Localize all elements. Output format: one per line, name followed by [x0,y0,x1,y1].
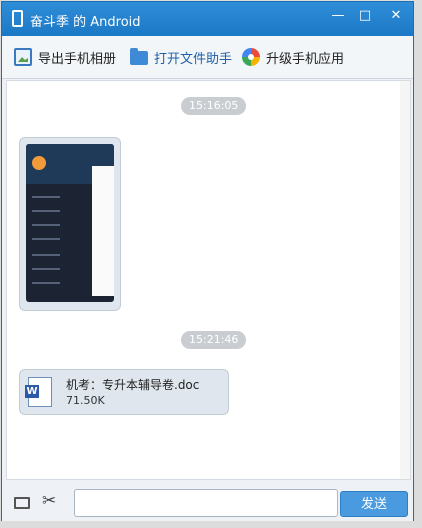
chat-area[interactable]: 15:16:05 15:21:46 W 机考：专升本辅导卷.doc 71.50K [6,80,411,480]
title-bar[interactable]: 奋斗季 的 Android — □ ✕ [2,2,413,36]
maximize-button[interactable]: □ [351,7,379,25]
send-button[interactable]: 发送 [340,491,408,517]
image-message-bubble[interactable] [19,137,121,311]
screenshot-menu-line [32,268,60,270]
timestamp-badge: 15:21:46 [181,331,247,349]
export-photos-label: 导出手机相册 [38,51,117,67]
word-badge-icon: W [25,385,39,398]
screenshot-side-panel [92,166,114,296]
close-button[interactable]: ✕ [382,7,410,25]
word-document-icon: W [25,377,52,407]
file-name: 机考：专升本辅导卷.doc [66,378,200,392]
scissors-icon[interactable]: ✂ [42,491,56,511]
chat-scrollbar[interactable] [400,81,410,479]
folder-icon[interactable] [14,497,30,509]
screenshot-menu-line [32,224,60,226]
open-file-helper-label: 打开文件助手 [154,51,233,67]
phone-icon [12,10,23,27]
message-input[interactable] [74,489,338,517]
app-window: 奋斗季 的 Android — □ ✕ 导出手机相册 打开文件助手 升级手机应用… [1,1,414,521]
app-store-icon [242,48,260,66]
screenshot-menu-line [32,210,60,212]
file-message-bubble[interactable]: W 机考：专升本辅导卷.doc 71.50K [19,369,229,415]
window-title: 奋斗季 的 Android [30,15,141,30]
minimize-button[interactable]: — [324,7,352,25]
file-size: 71.50K [66,394,105,407]
screenshot-menu-line [32,282,60,284]
toolbar: 导出手机相册 打开文件助手 升级手机应用 [2,36,413,79]
screenshot-menu-line [32,238,60,240]
photo-album-icon [14,48,32,66]
composer-bar: ✂ 发送 [2,481,413,521]
open-file-helper-button[interactable]: 打开文件助手 [130,48,233,67]
screenshot-menu-line [32,254,60,256]
upgrade-apps-button[interactable]: 升级手机应用 [242,48,345,67]
upgrade-apps-label: 升级手机应用 [266,51,345,67]
export-photos-button[interactable]: 导出手机相册 [14,48,117,67]
timestamp-badge: 15:16:05 [181,97,247,115]
phone-screenshot-image[interactable] [26,144,114,302]
avatar [32,156,46,170]
screenshot-menu-line [32,196,60,198]
folder-icon [130,48,148,65]
